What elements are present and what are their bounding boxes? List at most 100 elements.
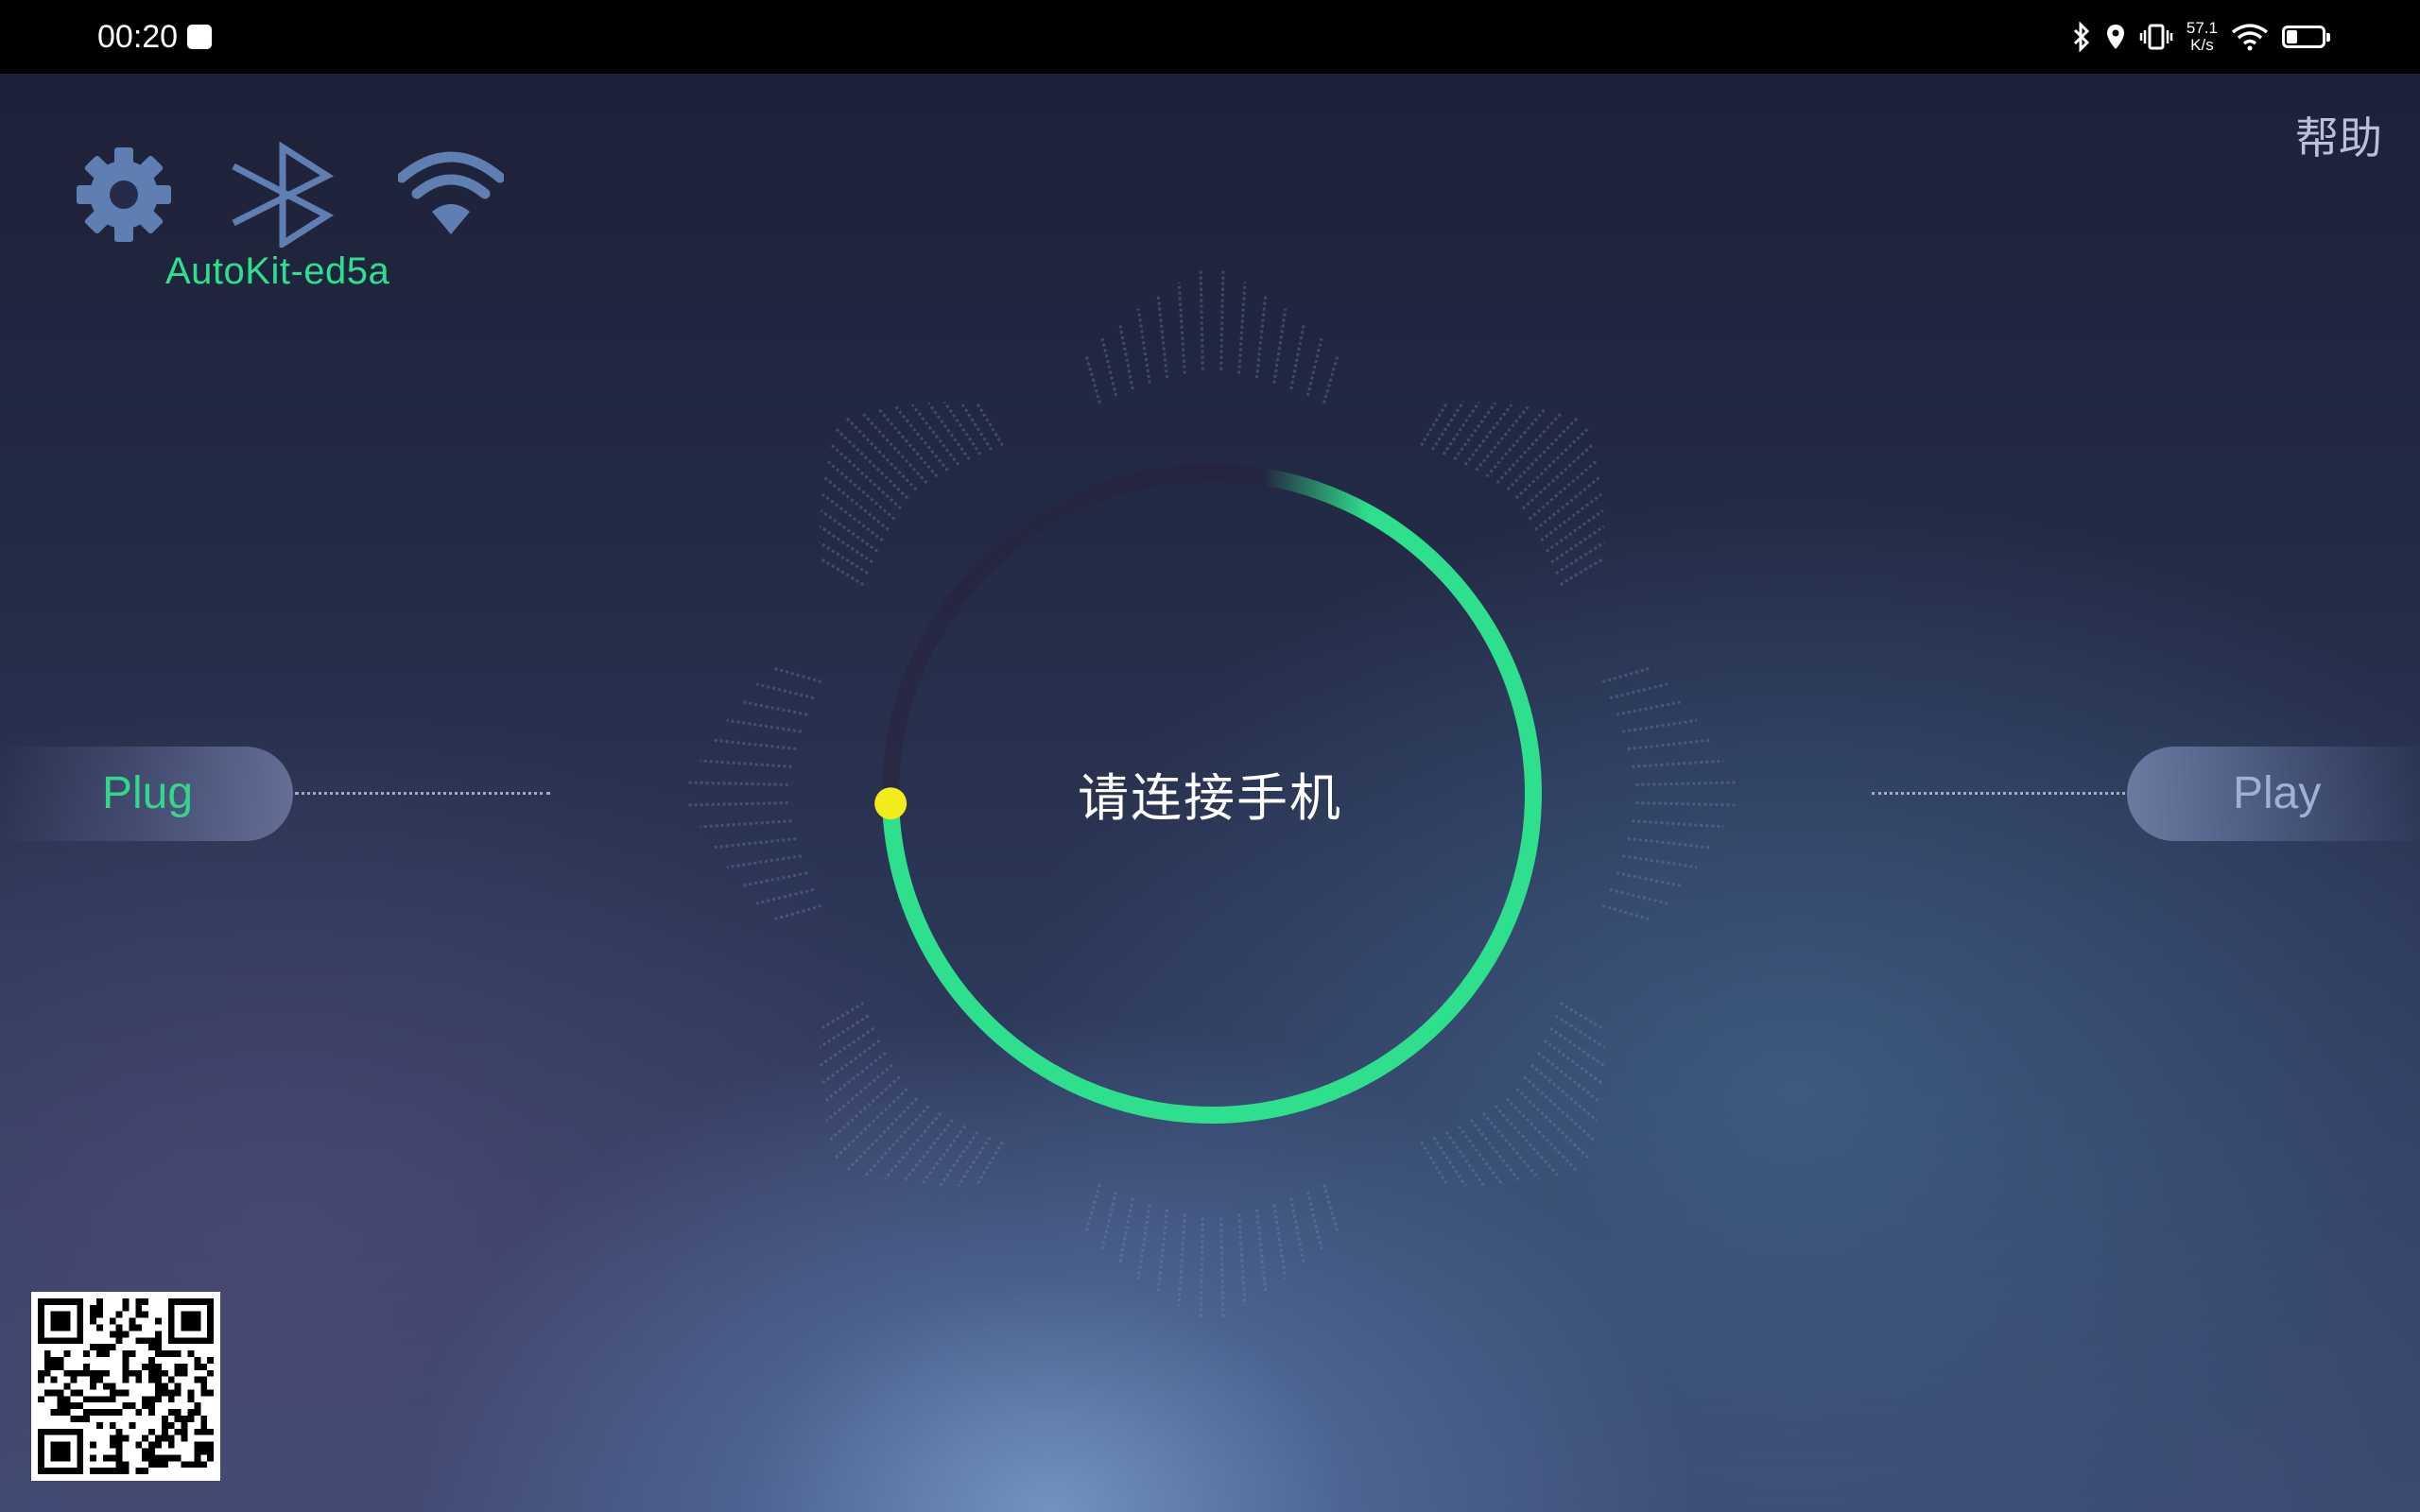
decorative-tick: [1522, 443, 1594, 510]
decorative-tick: [1237, 1213, 1247, 1306]
decorative-tick: [819, 524, 873, 564]
vibrate-icon: [2139, 24, 2173, 50]
decorative-tick: [1632, 759, 1724, 768]
decorative-tick: [830, 443, 902, 510]
decorative-tick: [921, 1125, 967, 1185]
decorative-tick: [1635, 781, 1737, 786]
device-name: AutoKit-ed5a: [165, 250, 390, 292]
decorative-tick: [1289, 1197, 1305, 1265]
decorative-tick: [1136, 308, 1151, 384]
wifi-icon[interactable]: [398, 149, 504, 240]
decorative-tick: [1555, 541, 1605, 576]
decorative-tick: [1100, 1191, 1118, 1250]
decorative-tick: [1540, 492, 1602, 542]
message-icon: [187, 25, 212, 49]
plug-button[interactable]: Plug: [0, 747, 293, 841]
decorative-tick: [1616, 871, 1684, 887]
decorative-tick: [771, 666, 822, 683]
decorative-tick: [1635, 801, 1737, 807]
bluetooth-icon[interactable]: [230, 142, 334, 248]
decorative-tick: [1272, 1204, 1288, 1280]
decorative-tick: [1199, 1217, 1204, 1318]
qr-code-icon[interactable]: [31, 1292, 220, 1481]
decorative-tick: [1494, 1105, 1560, 1177]
decorative-tick: [1100, 337, 1118, 397]
decorative-tick: [1545, 508, 1604, 553]
decorative-tick: [1495, 412, 1563, 484]
decorative-tick: [845, 1097, 919, 1172]
decorative-tick: [1515, 1087, 1590, 1160]
decorative-tick: [755, 887, 815, 905]
decorative-tick: [1322, 353, 1340, 404]
decorative-tick: [1219, 1217, 1225, 1318]
decorative-tick: [864, 1105, 930, 1177]
decorative-tick: [910, 404, 960, 466]
decorative-tick: [819, 1014, 870, 1049]
decorative-tick: [1136, 1204, 1151, 1280]
decorative-tick: [939, 1130, 979, 1187]
decorative-tick: [1177, 1213, 1186, 1306]
decorative-tick: [819, 1002, 865, 1031]
decorative-tick: [1528, 459, 1598, 521]
decorative-tick: [726, 718, 802, 733]
settings-icon[interactable]: [71, 142, 177, 248]
decorative-tick: [1632, 819, 1724, 829]
decorative-tick: [1177, 282, 1186, 374]
decorative-tick: [740, 700, 808, 716]
decorative-tick: [823, 476, 890, 531]
decorative-tick: [1305, 1191, 1323, 1250]
decorative-tick: [1622, 854, 1698, 869]
play-label: Play: [2233, 768, 2322, 818]
decorative-tick: [713, 836, 797, 850]
decorative-tick: [820, 508, 879, 553]
decorative-tick: [1254, 1209, 1268, 1293]
decorative-tick: [771, 904, 822, 921]
battery-level: [2287, 30, 2297, 43]
decorative-tick: [834, 1087, 908, 1160]
decorative-tick: [1543, 1039, 1603, 1085]
decorative-tick: [1609, 887, 1668, 905]
decorative-tick: [1219, 269, 1225, 370]
decorative-tick: [1463, 404, 1513, 466]
decorative-tick: [740, 871, 808, 887]
decorative-tick: [894, 405, 949, 472]
decorative-tick: [1442, 401, 1481, 455]
decorative-tick: [1199, 269, 1204, 370]
decorative-tick: [942, 401, 982, 455]
help-button[interactable]: 帮助: [2295, 104, 2382, 166]
decorative-tick: [1550, 524, 1605, 564]
play-connector-line: [1872, 792, 2125, 795]
decorative-tick: [1322, 1183, 1340, 1234]
decorative-tick: [1289, 322, 1305, 390]
decorative-tick: [1254, 295, 1268, 379]
decorative-tick: [844, 416, 918, 491]
decorative-tick: [926, 402, 971, 461]
decorative-tick: [821, 492, 884, 542]
decorative-tick: [819, 557, 865, 586]
decorative-tick: [1627, 836, 1711, 850]
status-icons: 57.1 K/s: [2071, 17, 2330, 57]
decorative-tick: [1534, 476, 1600, 531]
decorative-tick: [861, 412, 928, 484]
decorative-tick: [726, 854, 802, 869]
decorative-tick: [1601, 904, 1652, 921]
play-button[interactable]: Play: [2127, 747, 2420, 841]
decorative-tick: [822, 1051, 887, 1104]
decorative-tick: [1420, 401, 1449, 447]
decorative-tick: [1118, 322, 1134, 390]
decorative-tick: [959, 401, 994, 451]
decorative-tick: [1305, 337, 1323, 397]
decorative-tick: [1627, 738, 1711, 751]
battery-icon: [2282, 26, 2330, 48]
decorative-tick: [1559, 1002, 1605, 1031]
decorative-tick: [1420, 1141, 1449, 1187]
decorative-tick: [1475, 405, 1530, 472]
decorative-tick: [825, 1063, 894, 1123]
decorative-tick: [1432, 1136, 1467, 1187]
decorative-tick: [700, 759, 792, 768]
decorative-tick: [834, 426, 909, 500]
plug-connector-line: [295, 792, 550, 795]
decorative-tick: [1237, 282, 1247, 374]
decorative-tick: [1523, 1075, 1595, 1142]
decorative-tick: [1430, 401, 1465, 451]
